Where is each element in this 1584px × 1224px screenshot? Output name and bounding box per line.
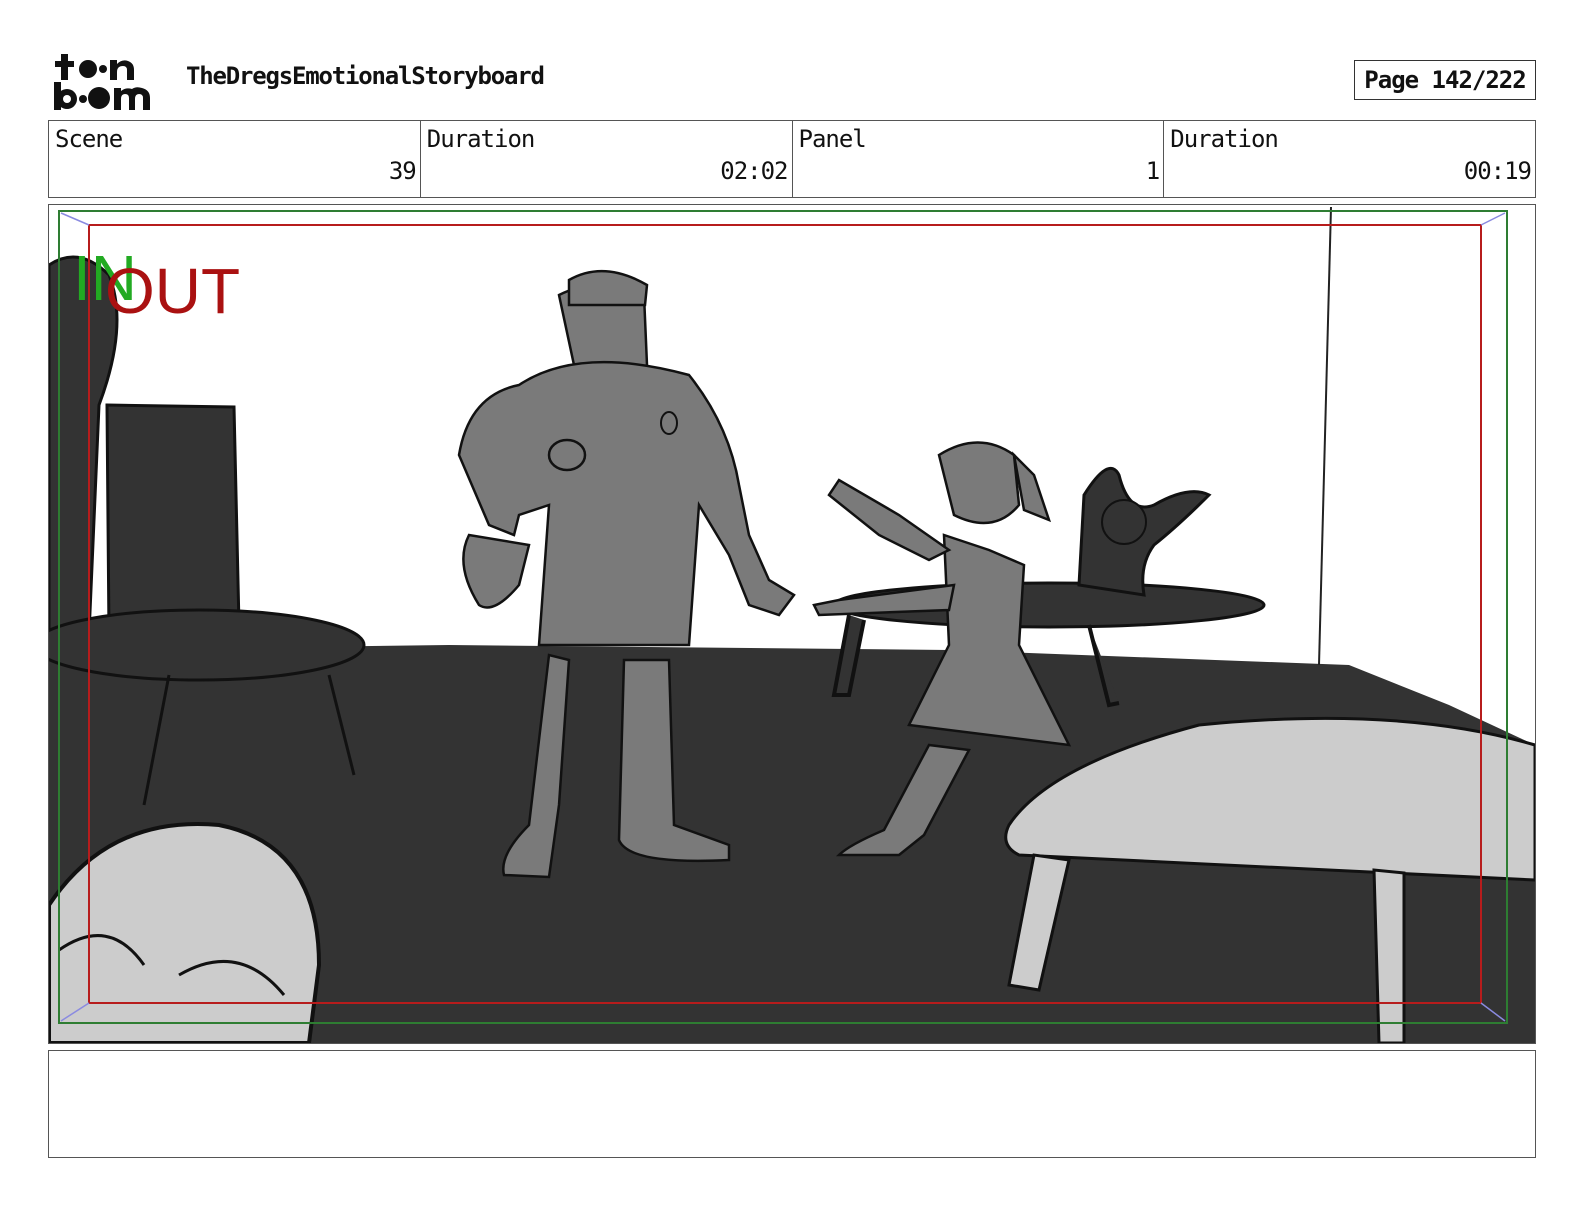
- page-number: Page 142/222: [1354, 60, 1536, 100]
- panel-notes-box: [48, 1050, 1536, 1158]
- toon-boom-logo: [52, 52, 164, 112]
- out-marker: OUT: [105, 255, 240, 327]
- storyboard-panel: IN OUT: [48, 204, 1536, 1044]
- panel-duration-cell: Duration 00:19: [1164, 121, 1535, 197]
- panel-duration-label: Duration: [1170, 125, 1279, 153]
- panel-cell: Panel 1: [793, 121, 1165, 197]
- panel-value: 1: [1145, 157, 1160, 185]
- left-chair-seat: [49, 608, 366, 682]
- project-title: TheDregsEmotionalStoryboard: [186, 62, 545, 90]
- panel-duration-value: 00:19: [1463, 157, 1532, 185]
- scene-duration-label: Duration: [426, 125, 536, 153]
- scene-label: Scene: [55, 125, 123, 153]
- scene-value: 39: [388, 157, 417, 185]
- panel-sketch: IN OUT: [49, 205, 1535, 1043]
- scene-duration-cell: Duration 02:02: [421, 121, 793, 197]
- scene-cell: Scene 39: [49, 121, 421, 197]
- panel-label: Panel: [798, 125, 867, 153]
- panel-info-row: Scene 39 Duration 02:02 Panel 1 Duration…: [48, 120, 1536, 198]
- scene-duration-value: 02:02: [720, 157, 788, 185]
- left-chair-back: [105, 403, 241, 637]
